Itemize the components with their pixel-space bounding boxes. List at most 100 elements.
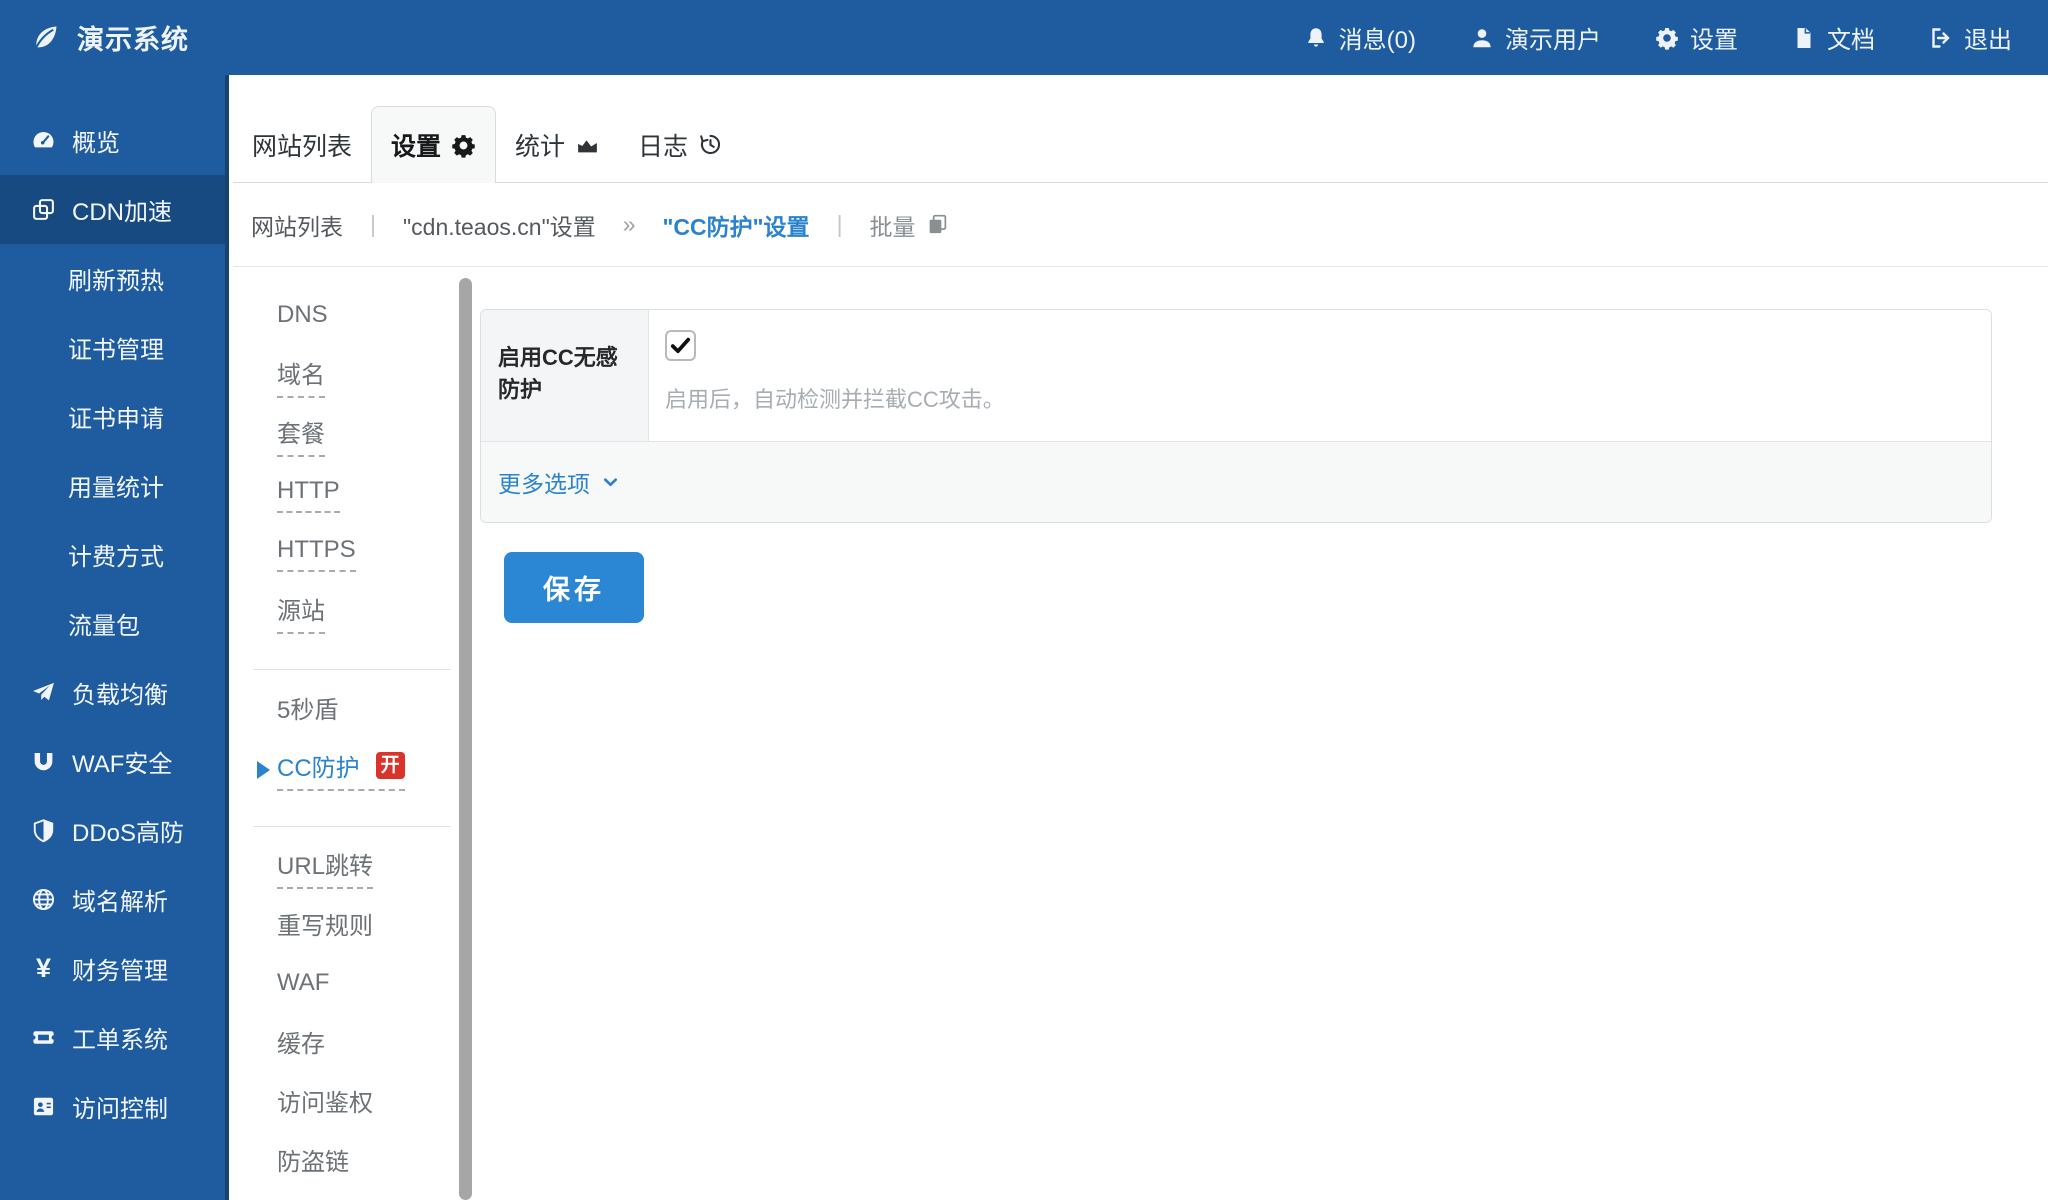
yen-icon: ¥ — [30, 953, 57, 984]
breadcrumb-current: "CC防护"设置 — [663, 208, 810, 242]
sidebar-item-waf-security[interactable]: WAF安全 — [0, 727, 225, 796]
batch-label: 批量 — [870, 208, 916, 242]
settings-menu-item-http[interactable]: HTTP — [257, 465, 469, 524]
tab-label: 网站列表 — [252, 127, 352, 163]
settings-menu-item-waf[interactable]: WAF — [257, 956, 469, 1015]
sidebar-item-finance[interactable]: ¥ 财务管理 — [0, 934, 225, 1003]
sidebar: 概览 CDN加速 刷新预热 证书管理 证书申请 用量统计 计费方式 — [0, 75, 229, 1200]
sidebar-item-label: 概览 — [72, 123, 120, 158]
menu-divider — [253, 669, 451, 670]
caret-right-icon — [257, 761, 270, 779]
history-icon — [698, 132, 723, 157]
settings-menu-item-cc-protect[interactable]: CC防护开 — [257, 740, 469, 799]
status-badge-on: 开 — [376, 752, 405, 779]
settings-menu-item-label: HTTPS — [277, 536, 356, 572]
sidebar-item-label: 访问控制 — [72, 1089, 168, 1124]
tab-settings[interactable]: 设置 — [371, 106, 496, 183]
brand[interactable]: 演示系统 — [30, 18, 189, 57]
cc-enable-row: 启用CC无感防护 启用后，自动检测并拦截CC攻击。 — [481, 310, 1991, 442]
cc-enable-label: 启用CC无感防护 — [481, 310, 649, 441]
settings-menu-item-https[interactable]: HTTPS — [257, 524, 469, 583]
copy-icon — [926, 213, 949, 236]
sidebar-item-ddos[interactable]: DDoS高防 — [0, 796, 225, 865]
cc-protection-checkbox[interactable] — [665, 330, 696, 361]
sidebar-item-cert-apply[interactable]: 证书申请 — [0, 382, 225, 451]
topnav-item-settings[interactable]: 设置 — [1655, 20, 1738, 55]
breadcrumb-site-list[interactable]: 网站列表 — [251, 208, 343, 242]
tab-logs[interactable]: 日志 — [619, 106, 742, 183]
breadcrumb-site-settings[interactable]: "cdn.teaos.cn"设置 — [403, 208, 596, 242]
settings-menu-scrollbar[interactable] — [459, 278, 472, 1200]
tab-stats[interactable]: 统计 — [496, 106, 619, 183]
sidebar-item-access-control[interactable]: 访问控制 — [0, 1072, 225, 1141]
cc-enable-help-text: 启用后，自动检测并拦截CC攻击。 — [665, 382, 1991, 414]
tab-site-list[interactable]: 网站列表 — [233, 106, 371, 183]
breadcrumb-separator: | — [370, 211, 376, 238]
sign-out-icon — [1929, 26, 1953, 50]
settings-menu-item-cache[interactable]: 缓存 — [257, 1015, 469, 1074]
settings-menu-item-url-redirect[interactable]: URL跳转 — [257, 838, 469, 897]
topnav-item-messages[interactable]: 消息(0) — [1304, 20, 1416, 55]
settings-menu-item-label: 防盗链 — [277, 1142, 349, 1183]
sidebar-item-tickets[interactable]: 工单系统 — [0, 1003, 225, 1072]
sidebar-item-label: 证书申请 — [68, 399, 164, 434]
sidebar-item-traffic-pack[interactable]: 流量包 — [0, 589, 225, 658]
sidebar-item-label: CDN加速 — [72, 192, 172, 227]
settings-menu-item-label: 5秒盾 — [277, 690, 338, 731]
more-options-label: 更多选项 — [498, 465, 590, 499]
sidebar-item-label: 计费方式 — [68, 537, 164, 572]
topnav-item-label: 演示用户 — [1505, 20, 1601, 55]
sidebar-item-label: 工单系统 — [72, 1020, 168, 1055]
tab-label: 统计 — [515, 127, 565, 163]
topnav-item-label: 文档 — [1827, 20, 1875, 55]
topnav-item-docs[interactable]: 文档 — [1792, 20, 1875, 55]
sidebar-item-cert-manage[interactable]: 证书管理 — [0, 313, 225, 382]
more-options-row[interactable]: 更多选项 — [481, 442, 1991, 522]
cc-enable-control: 启用后，自动检测并拦截CC攻击。 — [649, 310, 1991, 441]
sidebar-item-label: DDoS高防 — [72, 813, 184, 848]
topnav-item-logout[interactable]: 退出 — [1929, 20, 2012, 55]
settings-menu-item-origin[interactable]: 源站 — [257, 583, 469, 642]
menu-divider — [253, 826, 451, 827]
settings-menu-item-label: DNS — [277, 301, 328, 335]
sidebar-item-usage-stats[interactable]: 用量统计 — [0, 451, 225, 520]
check-icon — [668, 333, 693, 358]
cc-protection-panel: 启用CC无感防护 启用后，自动检测并拦截CC攻击。 更多选项 — [480, 309, 1992, 523]
sidebar-item-refresh-prewarm[interactable]: 刷新预热 — [0, 244, 225, 313]
sidebar-item-label: 用量统计 — [68, 468, 164, 503]
settings-menu-item-plan[interactable]: 套餐 — [257, 406, 469, 465]
sidebar-item-label: WAF安全 — [72, 744, 172, 779]
clone-icon — [30, 197, 57, 222]
settings-menu-item-rewrite-rules[interactable]: 重写规则 — [257, 897, 469, 956]
gauge-icon — [30, 128, 57, 153]
sidebar-item-overview[interactable]: 概览 — [0, 106, 225, 175]
sidebar-item-label: 财务管理 — [72, 951, 168, 986]
settings-menu-item-label: 域名 — [277, 355, 325, 398]
topnav-item-user[interactable]: 演示用户 — [1470, 20, 1601, 55]
globe-icon — [30, 887, 57, 912]
settings-menu-item-hotlink[interactable]: 防盗链 — [257, 1133, 469, 1192]
more-options-toggle[interactable]: 更多选项 — [498, 465, 620, 499]
batch-button[interactable]: 批量 — [870, 208, 949, 242]
settings-menu-item-dns[interactable]: DNS — [257, 288, 469, 347]
topbar: 演示系统 消息(0) 演示用户 设置 文档 退出 — [0, 0, 2048, 75]
topnav: 消息(0) 演示用户 设置 文档 退出 — [1304, 20, 2012, 55]
magnet-icon — [30, 749, 57, 774]
save-button[interactable]: 保存 — [504, 552, 644, 623]
bell-icon — [1304, 26, 1328, 50]
shield-icon — [30, 818, 57, 843]
tab-bar: 网站列表 设置 统计 日志 — [233, 75, 2048, 183]
sidebar-item-billing-mode[interactable]: 计费方式 — [0, 520, 225, 589]
settings-menu-item-domain[interactable]: 域名 — [257, 347, 469, 406]
settings-menu-item-label: HTTP — [277, 477, 340, 513]
sidebar-item-load-balance[interactable]: 负载均衡 — [0, 658, 225, 727]
settings-menu-item-5s-shield[interactable]: 5秒盾 — [257, 681, 469, 740]
id-card-icon — [30, 1094, 57, 1119]
settings-menu-item-access-auth[interactable]: 访问鉴权 — [257, 1074, 469, 1133]
settings-menu-item-label: 重写规则 — [277, 906, 373, 947]
sidebar-item-cdn[interactable]: CDN加速 — [0, 175, 225, 244]
sidebar-item-dns-resolve[interactable]: 域名解析 — [0, 865, 225, 934]
settings-menu-item-label: URL跳转 — [277, 846, 373, 889]
breadcrumb: 网站列表 | "cdn.teaos.cn"设置 » "CC防护"设置 | 批量 — [233, 183, 2048, 267]
tab-label: 日志 — [638, 127, 688, 163]
